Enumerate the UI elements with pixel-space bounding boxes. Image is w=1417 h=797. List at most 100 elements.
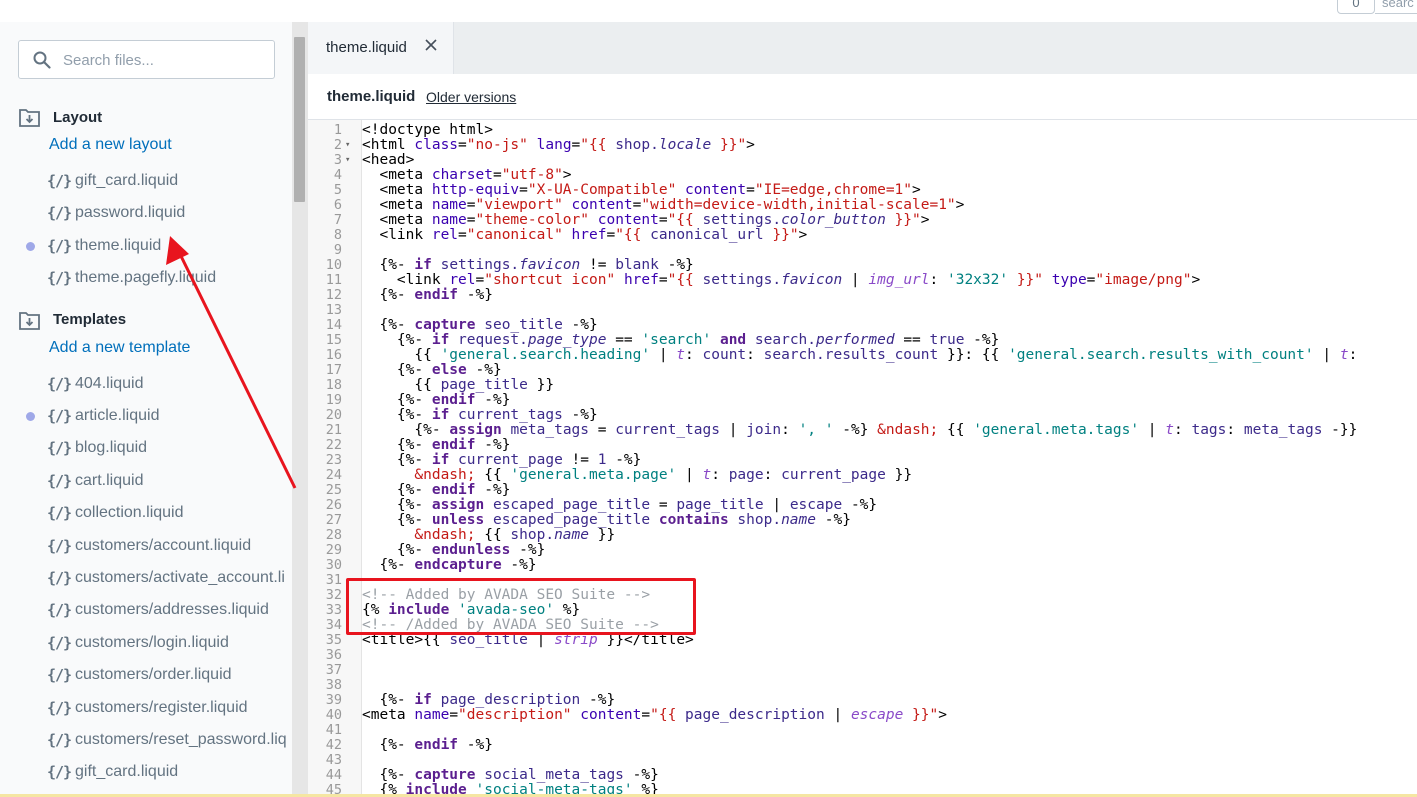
code-line[interactable]: 39 {%- if page_description -%}	[308, 693, 1417, 708]
code-line[interactable]: 26 {%- assign escaped_page_title = page_…	[308, 498, 1417, 513]
code-token: meta_tags	[1243, 422, 1323, 438]
code-line[interactable]: 20 {%- if current_tags -%}	[308, 408, 1417, 423]
file-item[interactable]: {/} customers/reset_password.liq	[0, 728, 292, 752]
code-line[interactable]: 44 {%- capture social_meta_tags -%}	[308, 768, 1417, 783]
code-token: "X-UA-Compatible"	[527, 182, 677, 198]
code-token: -%}	[964, 332, 1000, 348]
top-search-input[interactable]: searc	[1375, 0, 1417, 14]
fold-arrow-icon[interactable]: ▾	[345, 153, 350, 168]
file-item[interactable]: {/} blog.liquid	[0, 436, 292, 460]
code-line[interactable]: 36	[308, 648, 1417, 663]
code-token: -%}	[475, 437, 511, 453]
file-item[interactable]: {/} customers/login.liquid	[0, 631, 292, 655]
code-line[interactable]: 40 <meta name="description" content="{{ p…	[308, 708, 1417, 723]
code-line[interactable]: 9	[308, 243, 1417, 258]
code-area[interactable]: 1 <!doctype html> 2 ▾ <html class="no-js" la…	[308, 120, 1417, 797]
fold-arrow-icon[interactable]: ▾	[345, 138, 350, 153]
file-item[interactable]: {/} customers/activate_account.li	[0, 566, 292, 590]
code-line[interactable]: 13	[308, 303, 1417, 318]
code-token: {%-	[362, 557, 415, 573]
code-line[interactable]: 38	[308, 678, 1417, 693]
code-line[interactable]: 3 ▾ <head>	[308, 153, 1417, 168]
code-token: capture	[414, 317, 476, 333]
search-files-box[interactable]	[18, 40, 275, 79]
code-line[interactable]: 2 ▾ <html class="no-js" lang="{{ shop.loca…	[308, 138, 1417, 153]
close-icon[interactable]	[424, 38, 438, 52]
code-line[interactable]: 17 {%- else -%}	[308, 363, 1417, 378]
code-line[interactable]: 22 {%- endif -%}	[308, 438, 1417, 453]
file-item[interactable]: {/} customers/order.liquid	[0, 663, 292, 687]
code-line[interactable]: 29 {%- endunless -%}	[308, 543, 1417, 558]
code-line[interactable]: 24 &ndash; {{ 'general.meta.page' | t: p…	[308, 468, 1417, 483]
search-files-input[interactable]	[61, 47, 266, 73]
code-line[interactable]: 23 {%- if current_page != 1 -%}	[308, 453, 1417, 468]
code-token: {%-	[362, 512, 432, 528]
code-line[interactable]: 37	[308, 663, 1417, 678]
file-item[interactable]: {/} gift_card.liquid	[0, 760, 292, 784]
code-line[interactable]: 15 {%- if request.page_type == 'search' …	[308, 333, 1417, 348]
code-line[interactable]: 5 <meta http-equiv="X-UA-Compatible" con…	[308, 183, 1417, 198]
file-item[interactable]: {/} password.liquid	[0, 201, 292, 225]
liquid-file-icon: {/}	[47, 536, 72, 555]
file-item[interactable]: {/} collection.liquid	[0, 501, 292, 525]
code-line[interactable]: 4 <meta charset="utf-8">	[308, 168, 1417, 183]
code-line[interactable]: 11 <link rel="shortcut icon" href="{{ se…	[308, 273, 1417, 288]
file-item[interactable]: {/} customers/addresses.liquid	[0, 598, 292, 622]
code-line[interactable]: 12 {%- endif -%}	[308, 288, 1417, 303]
file-item[interactable]: {/} customers/register.liquid	[0, 696, 292, 720]
add-new-file-link[interactable]: Add a new layout	[49, 136, 172, 154]
code-token: }}"	[711, 137, 747, 153]
file-item[interactable]: {/} gift_card.liquid	[0, 169, 292, 193]
code-token: endif	[431, 482, 476, 498]
line-number: 13	[325, 302, 342, 318]
section-header[interactable]: Templates	[18, 308, 126, 332]
code-line[interactable]: 25 {%- endif -%}	[308, 483, 1417, 498]
code-token: >	[1191, 272, 1201, 288]
code-line[interactable]: 42 {%- endif -%}	[308, 738, 1417, 753]
section-header[interactable]: Layout	[18, 105, 102, 129]
code-line[interactable]: 16 {{ 'general.search.heading' | t: coun…	[308, 348, 1417, 363]
code-token: capture	[414, 767, 476, 783]
code-token: escape	[789, 497, 843, 513]
code-line[interactable]: 35 <title>{{ seo_title | strip }}</title>	[308, 633, 1417, 648]
line-number: 34	[325, 617, 342, 633]
file-item[interactable]: {/} cart.liquid	[0, 469, 292, 493]
add-new-file-link[interactable]: Add a new template	[49, 339, 190, 357]
code-text: <meta http-equiv="X-UA-Compatible" conte…	[362, 182, 920, 198]
code-line[interactable]: 43	[308, 753, 1417, 768]
code-line[interactable]: 7 <meta name="theme-color" content="{{ s…	[308, 213, 1417, 228]
code-line[interactable]: 28 &ndash; {{ shop.name }}	[308, 528, 1417, 543]
sidebar-scrollbar[interactable]	[292, 22, 308, 797]
sidebar-scrollbar-thumb[interactable]	[294, 37, 305, 202]
file-item[interactable]: {/} 404.liquid	[0, 372, 292, 396]
code-token: shop.	[510, 527, 555, 543]
code-token: :	[746, 347, 764, 363]
line-number: 18	[325, 377, 342, 393]
file-item[interactable]: {/} article.liquid	[0, 404, 292, 428]
code-token: <link	[362, 227, 432, 243]
code-line[interactable]: 8 <link rel="canonical" href="{{ canonic…	[308, 228, 1417, 243]
code-line[interactable]: 27 {%- unless escaped_page_title contain…	[308, 513, 1417, 528]
file-item[interactable]: {/} theme.liquid	[0, 234, 292, 258]
code-line[interactable]: 18 {{ page_title }}	[308, 378, 1417, 393]
code-line[interactable]: 19 {%- endif -%}	[308, 393, 1417, 408]
code-line[interactable]: 10 {%- if settings.favicon != blank -%}	[308, 258, 1417, 273]
code-line[interactable]: 30 {%- endcapture -%}	[308, 558, 1417, 573]
code-line[interactable]: 1 <!doctype html>	[308, 123, 1417, 138]
code-token: page_description	[440, 692, 581, 708]
file-item[interactable]: {/} customers/account.liquid	[0, 534, 292, 558]
modified-dot-icon	[26, 241, 35, 251]
code-token: {%-	[362, 392, 432, 408]
older-versions-link[interactable]: Older versions	[426, 89, 516, 105]
code-line[interactable]: 41	[308, 723, 1417, 738]
code-token: 'general.meta.page'	[510, 467, 677, 483]
code-lines[interactable]: 1 <!doctype html> 2 ▾ <html class="no-js" la…	[308, 123, 1417, 797]
counter-badge[interactable]: 0	[1337, 0, 1375, 14]
tab-theme-liquid[interactable]: theme.liquid	[308, 22, 454, 74]
code-line[interactable]: 14 {%- capture seo_title -%}	[308, 318, 1417, 333]
code-line[interactable]: 21 {%- assign meta_tags = current_tags |…	[308, 423, 1417, 438]
code-line[interactable]: 6 <meta name="viewport" content="width=d…	[308, 198, 1417, 213]
file-item[interactable]: {/} theme.pagefly.liquid	[0, 266, 292, 290]
liquid-file-icon: {/}	[47, 666, 72, 685]
